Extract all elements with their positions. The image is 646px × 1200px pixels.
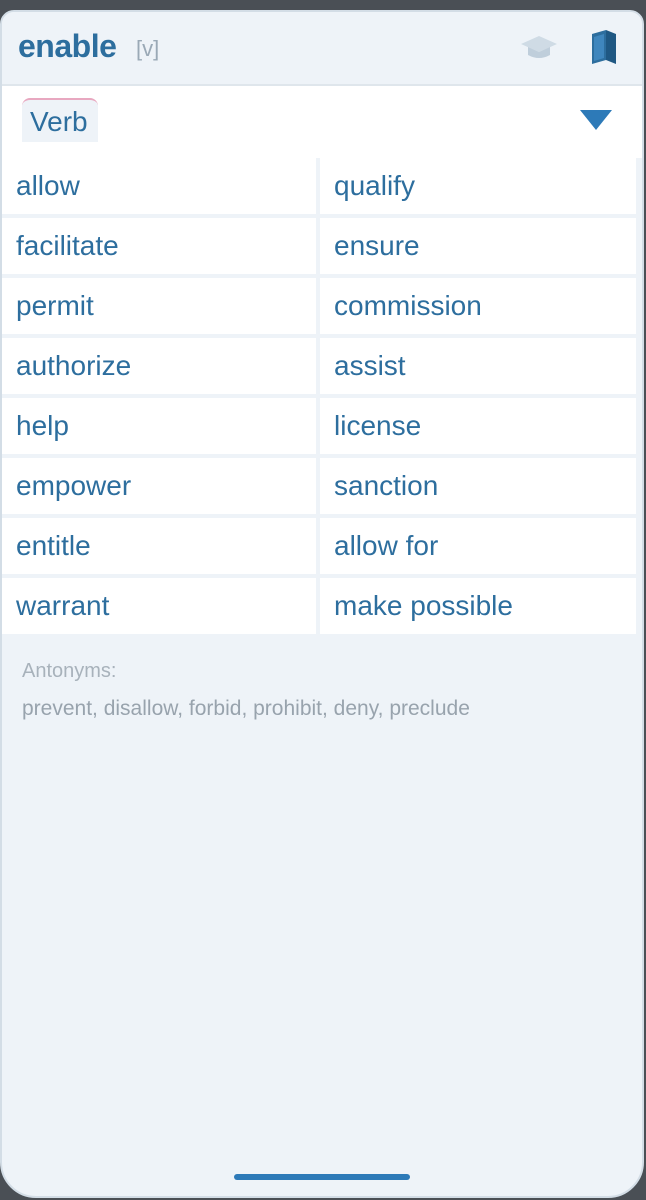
synonym-item[interactable]: facilitate bbox=[2, 218, 316, 274]
dropdown-arrow-icon[interactable] bbox=[580, 110, 612, 130]
synonym-item[interactable]: allow for bbox=[320, 518, 636, 574]
headword: enable bbox=[18, 28, 117, 64]
synonym-item[interactable]: empower bbox=[2, 458, 316, 514]
synonym-item[interactable]: warrant bbox=[2, 578, 316, 634]
synonym-item[interactable]: assist bbox=[320, 338, 636, 394]
synonym-item[interactable]: entitle bbox=[2, 518, 316, 574]
part-of-speech-tag: [v] bbox=[136, 36, 160, 61]
synonym-item[interactable]: sanction bbox=[320, 458, 636, 514]
thesaurus-panel: enable [v] Verb allow qualify facilitate… bbox=[0, 10, 644, 1198]
antonyms-label: Antonyms: bbox=[22, 660, 117, 682]
synonym-item[interactable]: help bbox=[2, 398, 316, 454]
synonym-item[interactable]: qualify bbox=[320, 158, 636, 214]
synonym-item[interactable]: authorize bbox=[2, 338, 316, 394]
word-header: enable [v] bbox=[2, 12, 642, 86]
part-of-speech-selector[interactable]: Verb bbox=[2, 86, 642, 158]
synonym-item[interactable]: permit bbox=[2, 278, 316, 334]
synonym-grid: allow qualify facilitate ensure permit c… bbox=[2, 158, 636, 634]
antonyms-section: Antonyms: prevent, disallow, forbid, pro… bbox=[22, 660, 622, 721]
book-icon[interactable] bbox=[588, 28, 620, 66]
selected-part-of-speech[interactable]: Verb bbox=[22, 98, 98, 142]
home-indicator[interactable] bbox=[234, 1174, 410, 1180]
synonym-item[interactable]: commission bbox=[320, 278, 636, 334]
synonym-item[interactable]: make possible bbox=[320, 578, 636, 634]
graduation-cap-icon[interactable] bbox=[520, 34, 558, 62]
screen: enable [v] Verb allow qualify facilitate… bbox=[0, 0, 646, 1200]
antonyms-list: prevent, disallow, forbid, prohibit, den… bbox=[22, 697, 470, 720]
synonym-item[interactable]: license bbox=[320, 398, 636, 454]
synonym-item[interactable]: ensure bbox=[320, 218, 636, 274]
synonym-item[interactable]: allow bbox=[2, 158, 316, 214]
